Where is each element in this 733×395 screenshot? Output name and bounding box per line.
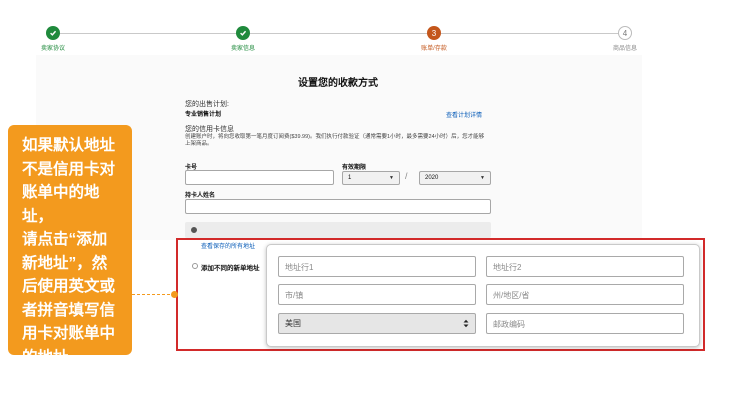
expiry-year-select[interactable]: 2020 ▼ (419, 171, 491, 185)
sales-plan-heading: 您的出售计划: (185, 101, 229, 108)
zip-input[interactable]: 邮政编码 (486, 313, 684, 334)
step-2-indicator (236, 26, 250, 40)
step-2-label: 卖家信息 (230, 46, 256, 52)
callout-line: 的地址 (22, 348, 69, 366)
card-number-input[interactable] (185, 170, 334, 185)
expiry-month-value: 1 (348, 175, 352, 181)
up-down-caret-icon (463, 319, 469, 328)
city-input[interactable]: 市/镇 (278, 284, 476, 305)
credit-card-note: 创建账户时，将向您收取第一笔月度订阅费($39.99)。我们执行付款验证（通常需… (185, 134, 485, 147)
callout-line: 用卡对账单中 (22, 325, 116, 342)
expiry-label: 有效期限 (342, 165, 367, 171)
instruction-callout: 如果默认地址 不是信用卡对 账单中的地址， 请点击“添加 新地址”，然 后使用英… (8, 125, 132, 366)
page-title: 设置您的收款方式 (298, 78, 378, 89)
callout-line: 新地址”，然 (22, 254, 108, 272)
expiry-separator: / (405, 171, 408, 181)
cardholder-name-label: 持卡人姓名 (185, 193, 216, 199)
state-input[interactable]: 州/地区/省 (486, 284, 684, 305)
expiry-month-select[interactable]: 1 ▼ (342, 171, 400, 185)
step-4-indicator: 4 (618, 26, 632, 40)
step-3-indicator: 3 (427, 26, 441, 40)
saved-address-radio[interactable] (191, 227, 197, 233)
callout-line: 账单中的地址， (22, 184, 100, 225)
add-new-address-radio[interactable] (192, 263, 198, 269)
chevron-down-icon: ▼ (480, 175, 485, 181)
cardholder-name-input[interactable] (185, 199, 491, 214)
callout-connector (132, 294, 175, 295)
callout-line: 者拼音填写信 (22, 301, 116, 319)
country-value: 美国 (285, 319, 301, 328)
callout-line: 如果默认地址 (22, 137, 116, 154)
sales-plan-value: 专业销售计划 (185, 112, 222, 118)
expiry-year-value: 2020 (425, 175, 439, 181)
new-address-form: 地址行1 地址行2 市/镇 州/地区/省 美国 邮政编码 (266, 244, 700, 347)
step-1-indicator (46, 26, 60, 40)
check-icon (240, 30, 247, 36)
step-4-label: 商品信息 (612, 46, 638, 52)
chevron-down-icon: ▼ (389, 175, 394, 181)
check-icon (50, 30, 57, 36)
callout-line: 后使用英文或 (22, 278, 116, 295)
stepper-line (54, 33, 624, 34)
address-line1-input[interactable]: 地址行1 (278, 256, 476, 277)
callout-line: 不是信用卡对 (22, 160, 116, 178)
add-new-address-label[interactable]: 添加不同的新单地址 (201, 262, 260, 272)
callout-connector-dot (171, 291, 178, 298)
credit-card-heading: 您的信用卡信息 (185, 126, 234, 133)
step-1-label: 卖家协议 (40, 46, 66, 52)
country-select[interactable]: 美国 (278, 313, 476, 334)
address-line2-input[interactable]: 地址行2 (486, 256, 684, 277)
callout-line: 请点击“添加 (22, 231, 108, 248)
view-plan-details-link[interactable]: 查看计划详情 (446, 110, 482, 119)
saved-address-row (185, 222, 491, 238)
step-3-label: 账单/存款 (421, 46, 447, 52)
